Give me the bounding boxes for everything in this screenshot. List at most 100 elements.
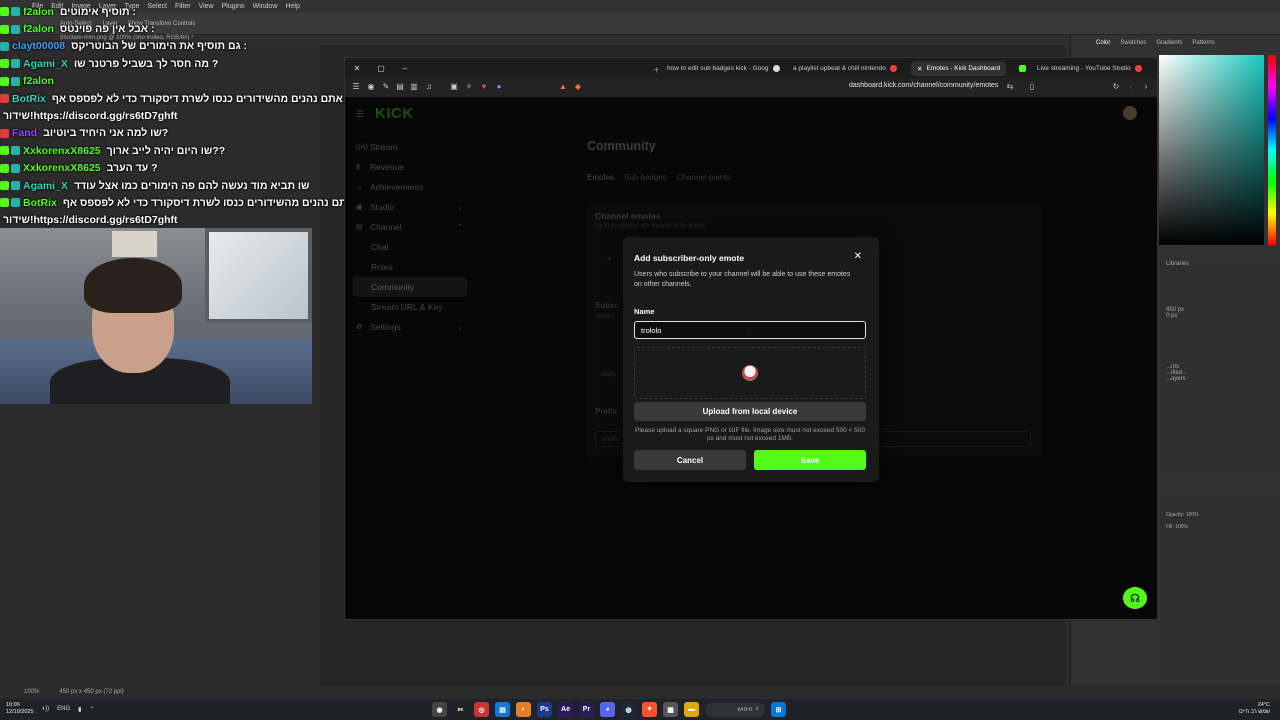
save-button[interactable]: Save: [754, 450, 866, 470]
chevron-icon[interactable]: ⌄: [457, 323, 463, 331]
chevron-icon[interactable]: ⌃: [457, 223, 463, 231]
chat-username[interactable]: f2alon: [23, 75, 54, 87]
volume-icon[interactable]: ◖)): [42, 706, 50, 712]
menu-icon[interactable]: ☰: [351, 82, 361, 92]
file-explorer-icon[interactable]: ▬: [684, 702, 699, 717]
language-indicator[interactable]: ENG: [57, 706, 70, 712]
sidebar-icon[interactable]: ▥: [409, 82, 419, 92]
minimize-icon[interactable]: –: [393, 64, 417, 73]
browser-tab-active[interactable]: ✕ Emotes - Kick Dashboard: [911, 61, 1007, 76]
chat-username[interactable]: XxkorenxX8625: [23, 145, 101, 157]
kick-icon: [1019, 65, 1026, 72]
chevron-up-icon[interactable]: ⌃: [89, 706, 94, 713]
sidebar-item-chat[interactable]: Chat: [353, 237, 467, 257]
reading-icon[interactable]: ▤: [395, 82, 405, 92]
chat-badges: [0, 146, 20, 156]
sidebar-item-stream[interactable]: ((•)) Stream: [353, 137, 467, 157]
forward-icon[interactable]: ›: [1141, 82, 1151, 92]
kick-logo[interactable]: KICK: [375, 105, 414, 122]
tab-sub-badges[interactable]: Sub badges: [624, 173, 667, 182]
steam-icon[interactable]: ◍: [621, 702, 636, 717]
brave-icon[interactable]: ▼: [642, 702, 657, 717]
docs-icon[interactable]: ▤: [495, 702, 510, 717]
hamburger-icon[interactable]: ☰: [356, 109, 364, 120]
hue-slider[interactable]: [1268, 55, 1276, 245]
chrome-icon[interactable]: ◎: [474, 702, 489, 717]
extension-icon[interactable]: ●: [494, 82, 504, 92]
chat-username[interactable]: f2alon: [23, 23, 54, 35]
zoom-level[interactable]: 100%: [24, 689, 39, 695]
blender-icon[interactable]: ◐: [516, 702, 531, 717]
reload-icon[interactable]: ↻: [1111, 82, 1121, 92]
share-icon[interactable]: ⇆: [1005, 82, 1015, 92]
store-icon[interactable]: ▦: [663, 702, 678, 717]
search-box[interactable]: חיפוש ⌕: [705, 702, 765, 717]
music-icon[interactable]: ♫: [424, 82, 434, 92]
swatches-tab[interactable]: Swatches: [1120, 40, 1146, 46]
capcut-icon[interactable]: ✂: [453, 702, 468, 717]
color-tab[interactable]: Color: [1096, 40, 1110, 46]
gradients-tab[interactable]: Gradients: [1156, 40, 1182, 46]
chat-username[interactable]: BotRix: [12, 93, 46, 105]
patterns-tab[interactable]: Patterns: [1192, 40, 1214, 46]
fill-value[interactable]: 100%: [1175, 524, 1188, 530]
battery-icon[interactable]: ▮: [78, 706, 81, 713]
chat-username[interactable]: Agami_X: [23, 58, 68, 70]
after-effects-icon[interactable]: Ae: [558, 702, 573, 717]
chat-badges: [0, 24, 20, 34]
chat-username[interactable]: Fand: [12, 127, 37, 139]
chevron-icon[interactable]: ⌄: [457, 203, 463, 211]
browser-tab[interactable]: how to edit sub badges kick - Goog: [661, 61, 786, 76]
url-text[interactable]: dashboard.kick.com/channel/community/emo…: [849, 82, 998, 89]
discord-icon[interactable]: ◕: [600, 702, 615, 717]
avatar[interactable]: [1123, 106, 1137, 120]
taskbar-clock[interactable]: 10:06 12/10/2025: [6, 702, 34, 716]
chat-username[interactable]: XxkorenxX8625: [23, 162, 101, 174]
window-icon[interactable]: ▢: [369, 64, 393, 73]
emote-dropzone[interactable]: [634, 347, 866, 399]
upload-button[interactable]: Upload from local device: [634, 402, 866, 421]
add-emote-plus-icon[interactable]: +: [607, 254, 612, 263]
browser-tab[interactable]: a playlist upbeat & chill nintendo: [787, 61, 903, 76]
sidebar-item-roles[interactable]: Roles: [353, 257, 467, 277]
sidebar-item-stream-url-key[interactable]: Stream URL & Key: [353, 297, 467, 317]
chat-username[interactable]: BotRix: [23, 197, 57, 209]
close-icon[interactable]: ✕: [345, 64, 369, 73]
layer-item[interactable]: ...ayers: [1166, 376, 1274, 382]
help-chat-button[interactable]: ☊: [1123, 587, 1147, 609]
weather-widget[interactable]: 24°C שמש רב חיים: [1239, 702, 1270, 716]
sidebar-item-achievements[interactable]: ☆ Achievements: [353, 177, 467, 197]
cancel-button[interactable]: Cancel: [634, 450, 746, 470]
chat-username[interactable]: f2alon: [23, 6, 54, 18]
address-bar: ☰ ◉ ✎ ▤ ▥ ♫ ▣ ✧ ♥ ● ▲ ◆ dashboard.kick.c…: [345, 78, 1157, 97]
brave-rewards-icon[interactable]: ▲: [558, 82, 568, 92]
photoshop-icon[interactable]: Ps: [537, 702, 552, 717]
sidebar-item-revenue[interactable]: $ Revenue: [353, 157, 467, 177]
dashboard-sidebar: ((•)) Stream $ Revenue ☆ Achievements ▣ Studio ⌄…: [353, 137, 467, 337]
back-icon[interactable]: ‹: [1126, 82, 1136, 92]
panel-title: Channel emotes: [595, 211, 661, 221]
sidebar-item-studio[interactable]: ▣ Studio ⌄: [353, 197, 467, 217]
tab-channel-points[interactable]: Channel points: [677, 173, 730, 182]
pin-icon[interactable]: ◉: [366, 82, 376, 92]
color-picker-field[interactable]: [1159, 55, 1264, 245]
brave-shield-icon[interactable]: ◆: [573, 82, 583, 92]
sidebar-item-channel[interactable]: ▤ Channel ⌃: [353, 217, 467, 237]
close-icon[interactable]: ✕: [854, 251, 862, 262]
premiere-icon[interactable]: Pr: [579, 702, 594, 717]
extension-icon[interactable]: ✎: [381, 82, 391, 92]
windows-start-icon[interactable]: ⊞: [771, 702, 786, 717]
chat-username[interactable]: clayt00008: [12, 40, 65, 52]
extension-icon[interactable]: ♥: [479, 82, 489, 92]
sidebar-item-settings[interactable]: ⚙ Settings ⌄: [353, 317, 467, 337]
bookmark-icon[interactable]: ▯: [1027, 82, 1037, 92]
opacity-value[interactable]: 100%: [1186, 512, 1199, 518]
sidebar-item-community[interactable]: Community: [353, 277, 467, 297]
browser-tab[interactable]: Live streaming - YouTube Studio: [1031, 61, 1148, 76]
extension-icon[interactable]: ▣: [449, 82, 459, 92]
obs-icon[interactable]: ◉: [432, 702, 447, 717]
close-icon[interactable]: ✕: [917, 65, 922, 73]
tab-emotes[interactable]: Emotes: [587, 173, 614, 182]
puzzle-icon[interactable]: ✧: [464, 82, 474, 92]
chat-username[interactable]: Agami_X: [23, 180, 68, 192]
